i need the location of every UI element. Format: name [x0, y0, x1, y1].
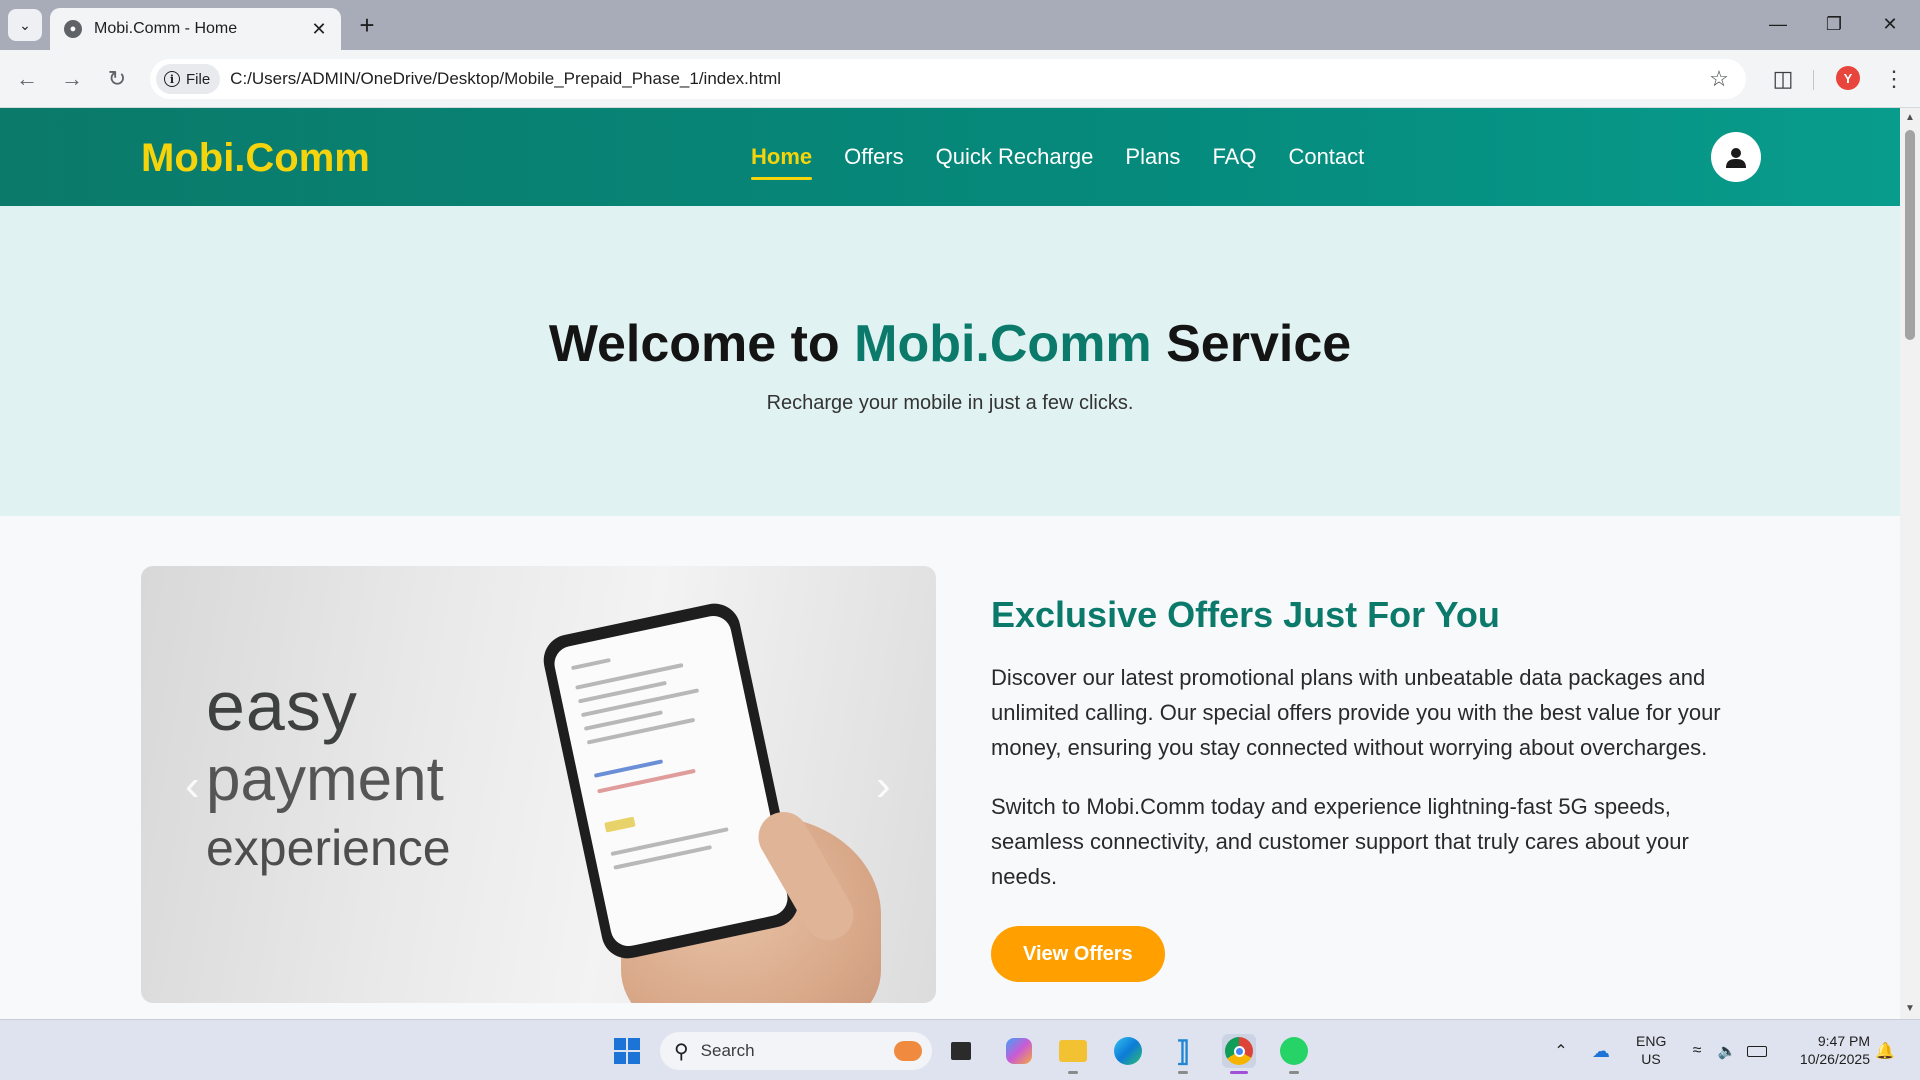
browser-tabstrip: ⌄ ● Mobi.Comm - Home ✕ + — ❐ ✕	[0, 0, 1920, 50]
file-explorer-icon[interactable]	[1056, 1034, 1090, 1074]
forward-arrow-icon[interactable]: →	[55, 62, 89, 96]
bookmark-star-icon[interactable]: ☆	[1704, 66, 1734, 92]
show-hidden-icons-chevron-icon[interactable]: ⌃	[1544, 1034, 1578, 1068]
nav-contact[interactable]: Contact	[1288, 144, 1364, 180]
tab-title: Mobi.Comm - Home	[94, 20, 238, 37]
taskbar-search[interactable]: ⚲ Search	[660, 1032, 932, 1070]
reload-icon[interactable]: ↻	[100, 62, 134, 96]
offer-paragraph-1: Discover our latest promotional plans wi…	[991, 665, 1721, 760]
taskbar-search-label: Search	[700, 1041, 755, 1060]
offers-carousel[interactable]: easy payment experience ‹ ›	[141, 566, 936, 1003]
browser-menu-icon[interactable]: ⋮	[1880, 62, 1908, 96]
globe-icon: ●	[64, 20, 82, 38]
hero-section: Welcome to Mobi.Comm Service Recharge yo…	[0, 206, 1900, 516]
info-icon: i	[164, 71, 180, 87]
windows-start-icon[interactable]	[610, 1034, 644, 1068]
restore-icon[interactable]: ❐	[1814, 8, 1854, 40]
user-icon	[1726, 148, 1746, 168]
search-highlight-icon	[894, 1041, 922, 1061]
onedrive-icon[interactable]: ☁	[1584, 1034, 1618, 1068]
browser-toolbar: ← → ↻ i File C:/Users/ADMIN/OneDrive/Des…	[0, 50, 1920, 108]
nav-faq[interactable]: FAQ	[1212, 144, 1256, 180]
site-logo[interactable]: Mobi.Comm	[141, 136, 370, 181]
close-tab-icon[interactable]: ✕	[307, 17, 331, 41]
volume-muted-icon[interactable]: 🔈	[1710, 1034, 1744, 1068]
back-arrow-icon[interactable]: ←	[10, 62, 44, 96]
view-offers-button[interactable]: View Offers	[991, 926, 1165, 982]
smartphone-image	[538, 598, 804, 964]
wifi-icon[interactable]: ≈	[1680, 1034, 1714, 1068]
carousel-slide-text: easy payment experience	[206, 667, 451, 876]
carousel-next-icon[interactable]: ›	[876, 761, 891, 811]
url-text[interactable]: C:/Users/ADMIN/OneDrive/Desktop/Mobile_P…	[230, 69, 1704, 89]
language-indicator[interactable]: ENG US	[1636, 1032, 1666, 1068]
user-account-button[interactable]	[1711, 132, 1761, 182]
edge-icon[interactable]	[1111, 1034, 1145, 1068]
site-info-chip[interactable]: i File	[156, 64, 221, 94]
extensions-puzzle-icon[interactable]: ◫	[1766, 62, 1800, 96]
windows-taskbar: ⚲ Search ⟧ ⌃ ☁ ENG US ≈ 🔈 9:47 PM 10/26/…	[0, 1019, 1920, 1080]
minimize-icon[interactable]: —	[1758, 8, 1798, 40]
clock[interactable]: 9:47 PM 10/26/2025	[1780, 1032, 1870, 1068]
offer-title: Exclusive Offers Just For You	[991, 594, 1500, 635]
browser-tab-active[interactable]: ● Mobi.Comm - Home ✕	[50, 8, 341, 50]
tab-search-button[interactable]: ⌄	[8, 9, 42, 41]
vscode-icon[interactable]: ⟧	[1166, 1034, 1200, 1074]
battery-icon[interactable]	[1740, 1034, 1774, 1068]
task-view-icon[interactable]	[944, 1034, 978, 1068]
copilot-icon[interactable]	[1002, 1034, 1036, 1068]
nav-quick-recharge[interactable]: Quick Recharge	[936, 144, 1094, 180]
hero-subtitle: Recharge your mobile in just a few click…	[766, 392, 1134, 414]
page-scrollbar[interactable]: ▲ ▼	[1900, 108, 1920, 1019]
search-icon: ⚲	[674, 1040, 689, 1063]
toolbar-divider	[1813, 70, 1814, 90]
new-tab-button[interactable]: +	[352, 10, 382, 40]
nav-offers[interactable]: Offers	[844, 144, 904, 180]
carousel-prev-icon[interactable]: ‹	[185, 761, 200, 811]
hero-title: Welcome to Mobi.Comm Service	[548, 315, 1352, 373]
whatsapp-icon[interactable]	[1277, 1034, 1311, 1074]
scroll-down-icon[interactable]: ▼	[1904, 1003, 1916, 1015]
scrollbar-thumb[interactable]	[1905, 130, 1915, 340]
offer-paragraph-2: Switch to Mobi.Comm today and experience…	[991, 794, 1689, 889]
nav-home[interactable]: Home	[751, 144, 813, 180]
address-bar[interactable]: i File C:/Users/ADMIN/OneDrive/Desktop/M…	[150, 59, 1746, 99]
file-chip-label: File	[186, 70, 211, 88]
profile-avatar[interactable]: Y	[1836, 66, 1860, 90]
offers-section: easy payment experience ‹ › Exclusive Of…	[0, 516, 1900, 1019]
scroll-up-icon[interactable]: ▲	[1904, 112, 1916, 124]
close-window-icon[interactable]: ✕	[1870, 8, 1910, 40]
page-viewport: Mobi.Comm Home Offers Quick Recharge Pla…	[0, 108, 1900, 1019]
nav-plans[interactable]: Plans	[1125, 144, 1180, 180]
main-nav: Home Offers Quick Recharge Plans FAQ Con…	[751, 144, 1364, 180]
chrome-icon[interactable]	[1222, 1034, 1256, 1074]
offer-content: Exclusive Offers Just For You Discover o…	[991, 594, 1751, 982]
notifications-icon[interactable]: 🔔	[1868, 1034, 1902, 1068]
site-header: Mobi.Comm Home Offers Quick Recharge Pla…	[0, 108, 1900, 206]
chevron-down-icon: ⌄	[19, 16, 31, 33]
